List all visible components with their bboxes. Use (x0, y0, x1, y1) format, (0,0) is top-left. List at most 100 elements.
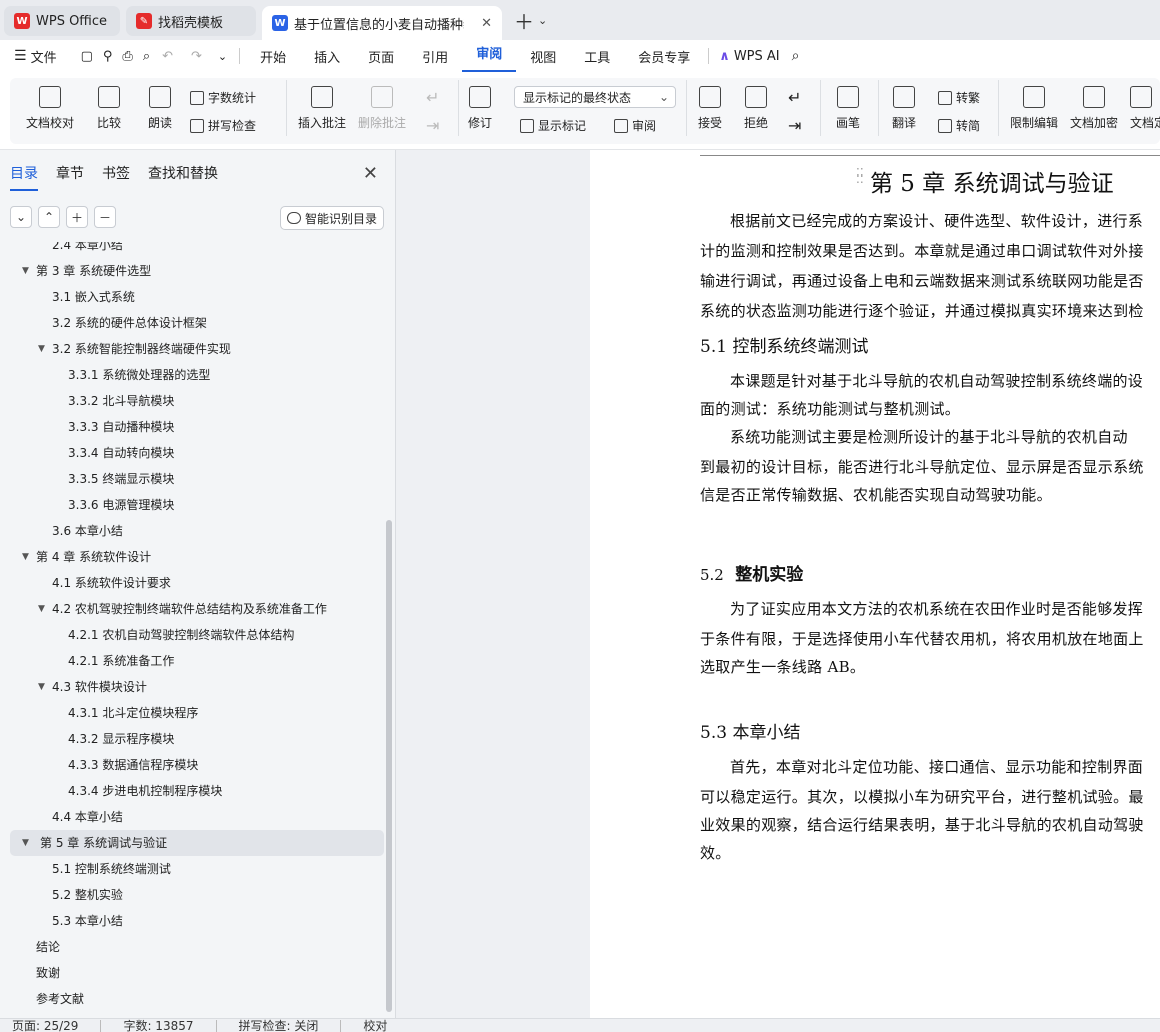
toc-item[interactable]: ▼ 第 5 章 系统调试与验证 (10, 830, 384, 856)
toc-item[interactable]: 参考文献 (36, 986, 84, 1012)
toc-item[interactable]: 4.3.1 北斗定位模块程序 (68, 700, 198, 726)
revise-button[interactable]: 修订 (468, 86, 492, 131)
toc-item[interactable]: 3.3.4 自动转向模块 (68, 440, 174, 466)
toc-item[interactable]: 3.2 系统的硬件总体设计框架 (52, 310, 207, 336)
toc-item[interactable]: 5.3 本章小结 (52, 908, 123, 934)
toc-item[interactable]: 结论 (36, 934, 60, 960)
redo-icon[interactable]: ↷ (191, 49, 202, 64)
toc-item[interactable]: 3.3.1 系统微处理器的选型 (68, 362, 210, 388)
toc-item[interactable]: 3.3.2 北斗导航模块 (68, 388, 174, 414)
menu-file[interactable]: 文件 (27, 47, 71, 66)
translate-button[interactable]: 翻译 (892, 86, 916, 131)
prev-comment-icon[interactable]: ↵ (426, 88, 439, 107)
chevron-down-icon[interactable]: ⌄ (10, 206, 32, 228)
toc-item[interactable]: ▼ 4.2 农机驾驶控制终端软件总结结构及系统准备工作 (38, 596, 327, 622)
tab-template[interactable]: ✎ 找稻壳模板 (126, 6, 256, 36)
encrypt-button[interactable]: 文档加密 (1070, 86, 1118, 131)
menu-home[interactable]: 开始 (246, 47, 300, 66)
insert-comment-button[interactable]: 插入批注 (298, 86, 346, 131)
menu-page[interactable]: 页面 (354, 47, 408, 66)
pen-button[interactable]: 画笔 (836, 86, 860, 131)
delete-comment-button[interactable]: 删除批注 (358, 86, 406, 131)
reject-button[interactable]: 拒绝 (744, 86, 768, 131)
toc-item[interactable]: ▼ 3.2 系统智能控制器终端硬件实现 (38, 336, 231, 362)
chevron-down-icon[interactable]: ⌄ (538, 14, 547, 27)
expand-triangle-icon[interactable]: ▼ (22, 544, 29, 570)
toc-item[interactable]: 4.3.2 显示程序模块 (68, 726, 174, 752)
remove-level-icon[interactable]: － (94, 206, 116, 228)
to-traditional-button[interactable]: 转繁 (938, 89, 980, 106)
link-icon[interactable]: ⚲ (103, 49, 113, 64)
toc-item[interactable]: 3.1 嵌入式系统 (52, 284, 135, 310)
chevron-up-icon[interactable]: ⌃ (38, 206, 60, 228)
drag-handle-icon[interactable]: ⁚⁚ ⁚⁚ (856, 167, 864, 185)
word-count[interactable]: 字数: 13857 (123, 1019, 193, 1032)
proof-status[interactable]: 校对 (363, 1019, 387, 1032)
word-count-button[interactable]: 字数统计 (190, 89, 256, 106)
expand-triangle-icon[interactable]: ▼ (38, 596, 45, 622)
toc-item[interactable]: ▼ 第 3 章 系统硬件选型 (22, 258, 151, 284)
toc-item[interactable]: 5.2 整机实验 (52, 882, 123, 908)
to-simplified-button[interactable]: 转简 (938, 117, 980, 134)
toc-item[interactable]: 4.2.1 系统准备工作 (68, 648, 174, 674)
close-tab-icon[interactable]: ✕ (481, 16, 492, 31)
toc-item[interactable]: ▼ 4.3 软件模块设计 (38, 674, 147, 700)
spell-check-status[interactable]: 拼写检查: 关闭 (239, 1019, 319, 1032)
new-tab-icon[interactable]: ＋ (514, 6, 534, 35)
compare-button[interactable]: 比较 (97, 86, 121, 131)
tab-chapters[interactable]: 章节 (56, 157, 84, 191)
toc-item[interactable]: 2.4 本章小结 (52, 242, 123, 258)
read-aloud-button[interactable]: 朗读 (148, 86, 172, 131)
expand-triangle-icon[interactable]: ▼ (22, 830, 29, 856)
toc-item[interactable]: 4.4 本章小结 (52, 804, 123, 830)
menu-icon[interactable]: ☰ (14, 48, 27, 64)
doc-more-button[interactable]: 文档定 (1130, 86, 1160, 131)
add-level-icon[interactable]: ＋ (66, 206, 88, 228)
menu-wps-ai[interactable]: WPS AI (734, 49, 780, 64)
spell-check-button[interactable]: 拼写检查 (190, 117, 256, 134)
smart-toc-button[interactable]: 智能识别目录 (280, 206, 384, 230)
close-icon[interactable]: ✕ (363, 163, 378, 184)
next-comment-icon[interactable]: ⇥ (426, 116, 439, 135)
markup-state-select[interactable]: 显示标记的最终状态 ⌄ (514, 86, 676, 108)
print-icon[interactable]: ⎙ (122, 49, 132, 64)
page-count[interactable]: 页面: 25/29 (12, 1019, 78, 1032)
toc-item[interactable]: 4.3.3 数据通信程序模块 (68, 752, 198, 778)
toc-item[interactable]: 4.3.4 步进电机控制程序模块 (68, 778, 222, 804)
tab-bookmarks[interactable]: 书签 (102, 157, 130, 191)
toc-item[interactable]: 3.3.3 自动播种模块 (68, 414, 174, 440)
toc-item[interactable]: 4.2.1 农机自动驾驶控制终端软件总体结构 (68, 622, 294, 648)
toc-scrollbar[interactable] (386, 520, 392, 1012)
next-change-icon[interactable]: ⇥ (788, 116, 801, 135)
document-page[interactable]: ⁚⁚ ⁚⁚ 第 5 章 系统调试与验证 根据前文已经完成的方案设计、硬件选型、软件… (590, 150, 1160, 1018)
search-icon[interactable]: ⌕ (792, 48, 800, 64)
tab-document[interactable]: W 基于位置信息的小麦自动播种装 ✕ (262, 6, 502, 40)
show-markup-button[interactable]: 显示标记 (520, 117, 586, 134)
preview-icon[interactable]: ⌕ (143, 49, 150, 64)
toc-item[interactable]: 3.3.5 终端显示模块 (68, 466, 174, 492)
toc-item[interactable]: ▼ 第 4 章 系统软件设计 (22, 544, 151, 570)
tab-toc[interactable]: 目录 (10, 157, 38, 191)
expand-triangle-icon[interactable]: ▼ (38, 336, 45, 362)
expand-triangle-icon[interactable]: ▼ (38, 674, 45, 700)
toc-item[interactable]: 3.6 本章小结 (52, 518, 123, 544)
doc-check-button[interactable]: 文档校对 (26, 86, 74, 131)
expand-triangle-icon[interactable]: ▼ (22, 258, 29, 284)
menu-member[interactable]: 会员专享 (624, 47, 704, 66)
toc-item[interactable]: 4.1 系统软件设计要求 (52, 570, 171, 596)
toc-item[interactable]: 致谢 (36, 960, 60, 986)
undo-icon[interactable]: ↶ (162, 49, 173, 64)
prev-change-icon[interactable]: ↵ (788, 88, 801, 107)
accept-button[interactable]: 接受 (698, 86, 722, 131)
save-icon[interactable]: ▢ (81, 49, 93, 64)
toc-item[interactable]: 5.1 控制系统终端测试 (52, 856, 171, 882)
tab-wps-office[interactable]: W WPS Office (4, 6, 120, 36)
toc-item[interactable]: 3.3.6 电源管理模块 (68, 492, 174, 518)
restrict-edit-button[interactable]: 限制编辑 (1010, 86, 1058, 131)
menu-review[interactable]: 审阅 (462, 40, 517, 72)
more-chevron-icon[interactable]: ⌄ (218, 50, 227, 63)
menu-tools[interactable]: 工具 (570, 47, 624, 66)
menu-references[interactable]: 引用 (408, 47, 462, 66)
review-pane-button[interactable]: 审阅 (614, 117, 656, 134)
menu-insert[interactable]: 插入 (300, 47, 354, 66)
